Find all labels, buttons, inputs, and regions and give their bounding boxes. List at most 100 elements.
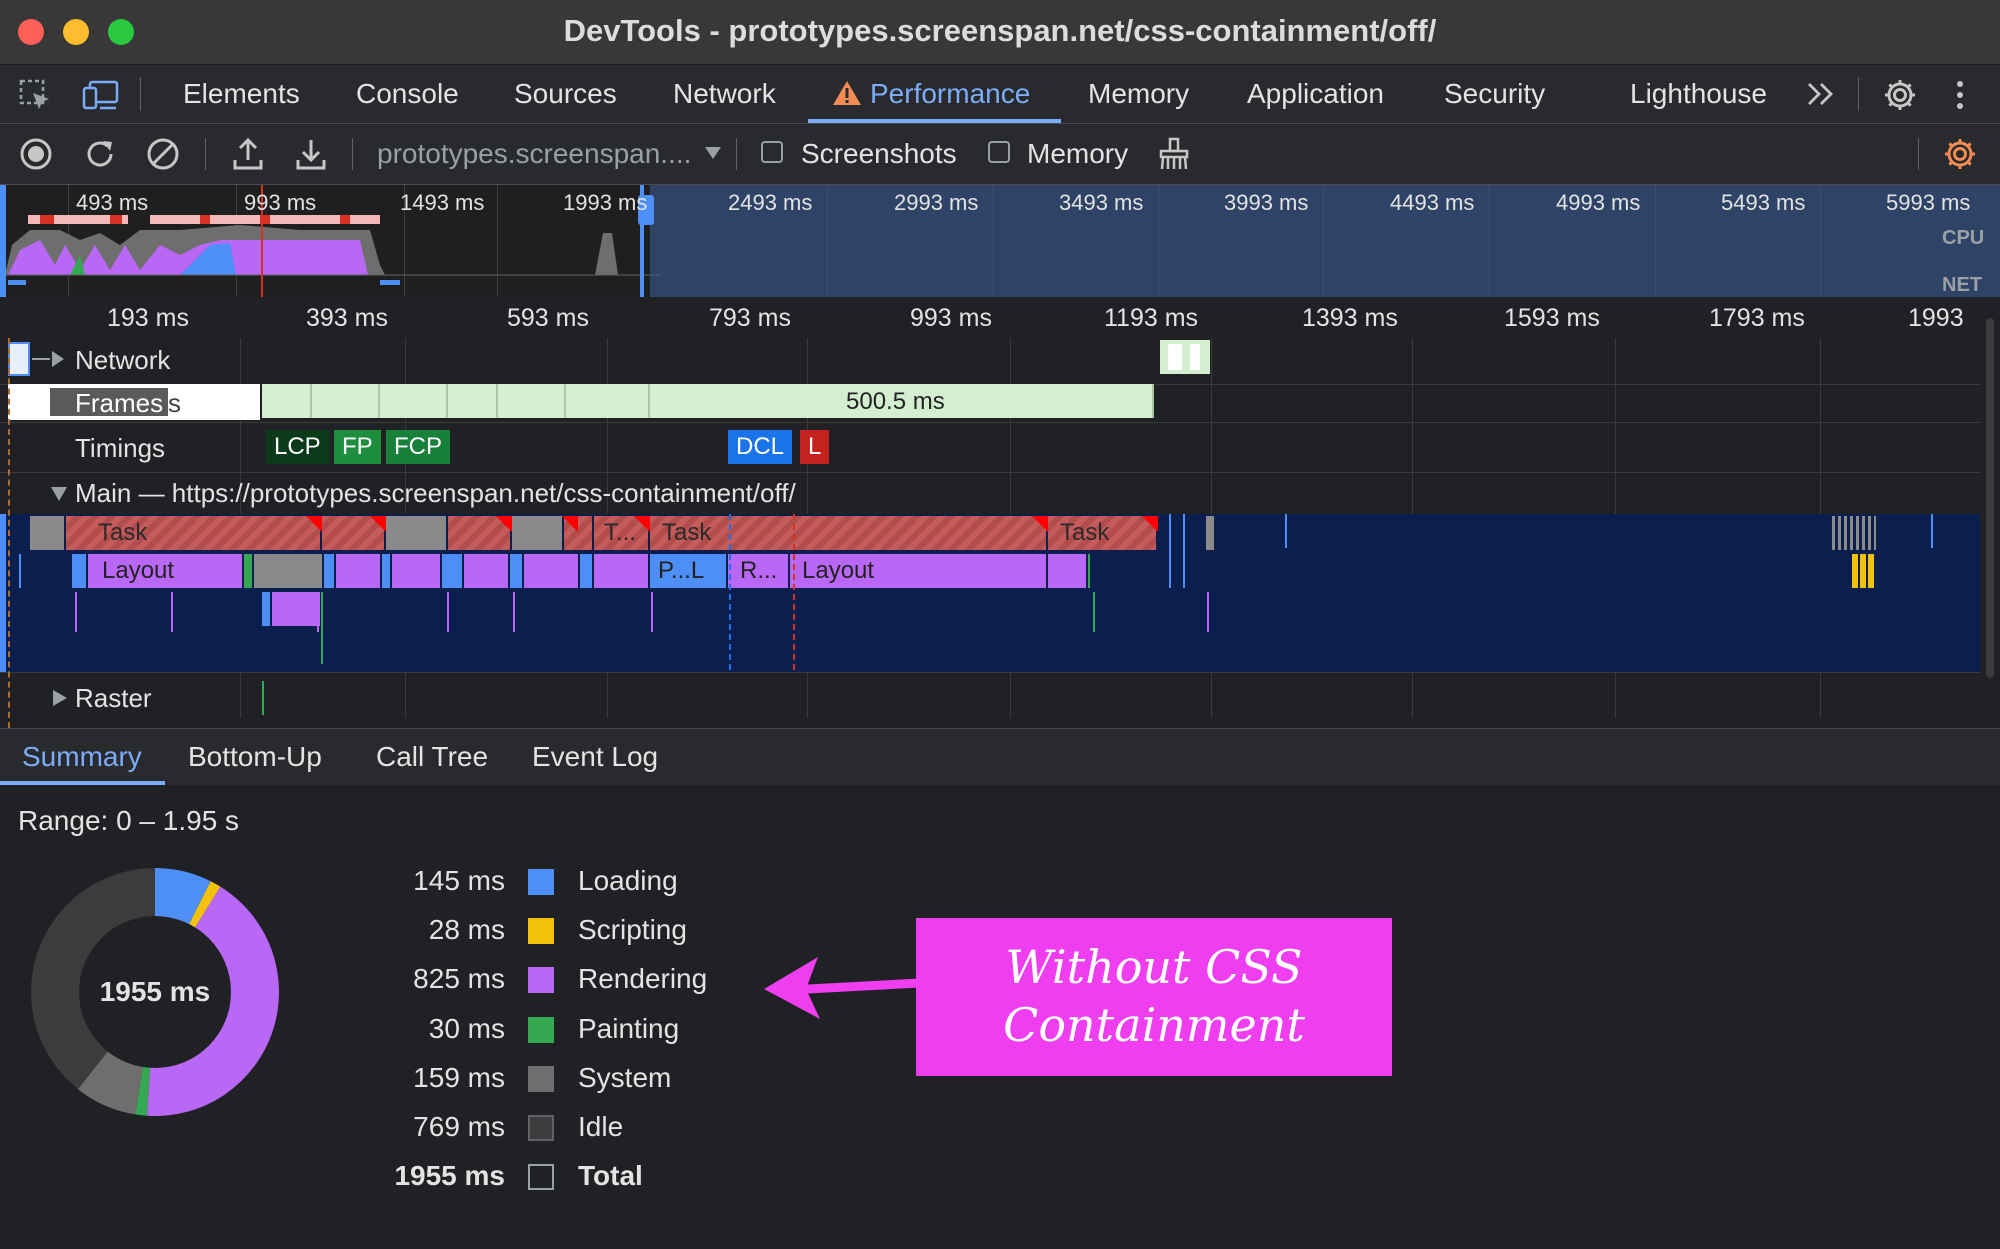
- timing-mark-fp[interactable]: FP: [334, 430, 381, 464]
- overview-tick-label: 4993 ms: [1556, 190, 1641, 215]
- screenshots-checkbox[interactable]: [761, 141, 783, 163]
- tab-security[interactable]: Security: [1444, 65, 1545, 123]
- system-swatch: [528, 1066, 554, 1092]
- tab-console[interactable]: Console: [356, 65, 459, 123]
- download-profile-icon[interactable]: [294, 136, 328, 172]
- chevron-down-icon: [704, 146, 722, 160]
- idle-swatch: [528, 1115, 554, 1141]
- frames-track-label: Frames: [75, 388, 164, 418]
- flame-chart-scrollbar[interactable]: [1980, 298, 2000, 728]
- legend-row-idle: 769 ms Idle: [413, 1111, 624, 1142]
- main-track-label: Main — https://prototypes.screenspan.net…: [75, 478, 796, 508]
- tab-lighthouse[interactable]: Lighthouse: [1630, 65, 1767, 123]
- overview-tick-label: 493 ms: [76, 190, 149, 215]
- tab-elements[interactable]: Elements: [183, 65, 300, 123]
- overview-tick-label: 993 ms: [244, 190, 317, 215]
- tab-sources[interactable]: Sources: [514, 65, 617, 123]
- painting-swatch: [528, 1017, 554, 1043]
- annotation-line-1: Without CSS: [1005, 940, 1303, 994]
- tab-bottom-up[interactable]: Bottom-Up: [188, 729, 322, 785]
- arrow-left-icon: [764, 957, 920, 1019]
- overview-tick-label: 3993 ms: [1224, 190, 1309, 215]
- profile-select[interactable]: prototypes.screenspan....: [377, 124, 691, 184]
- expand-arrow-icon[interactable]: [32, 350, 68, 368]
- network-request[interactable]: [1160, 340, 1210, 374]
- record-icon[interactable]: [19, 137, 53, 171]
- timeline-overview[interactable]: 493 ms 993 ms 1493 ms 1993 ms 2493 ms 29…: [0, 185, 2000, 297]
- overview-tick-label: 3493 ms: [1059, 190, 1144, 215]
- capture-settings-icon[interactable]: [1942, 136, 1978, 172]
- frame[interactable]: [448, 384, 498, 418]
- inspect-element-icon[interactable]: [18, 78, 52, 112]
- ruler-label: 1593 ms: [1504, 304, 1600, 332]
- overview-tick-label: 2493 ms: [728, 190, 813, 215]
- warning-icon: [832, 79, 862, 107]
- active-tab-indicator: [808, 119, 1061, 123]
- screenshots-label: Screenshots: [801, 138, 957, 169]
- frame[interactable]: [498, 384, 566, 418]
- tab-call-tree[interactable]: Call Tree: [376, 729, 488, 785]
- overview-tick-label: 2993 ms: [894, 190, 979, 215]
- raster-track[interactable]: Raster: [0, 672, 1980, 729]
- performance-toolbar: prototypes.screenspan.... Screenshots Me…: [0, 124, 2000, 185]
- ruler-label: 593 ms: [507, 304, 589, 332]
- range-label: Range: 0 – 1.95 s: [18, 805, 240, 836]
- more-options-icon[interactable]: [1954, 77, 1966, 113]
- tab-memory[interactable]: Memory: [1088, 65, 1189, 123]
- legend-row-total: 1955 ms Total: [394, 1160, 643, 1191]
- tab-application[interactable]: Application: [1247, 65, 1384, 123]
- legend-row-system: 159 ms System: [413, 1062, 672, 1093]
- frame-duration-label: 500.5 ms: [846, 388, 945, 415]
- legend-row-scripting: 28 ms Scripting: [428, 914, 687, 945]
- collapse-arrow-icon[interactable]: [50, 486, 68, 502]
- ruler-label: 793 ms: [709, 304, 791, 332]
- legend-row-rendering: 825 ms Rendering: [413, 963, 708, 994]
- frame[interactable]: 500.5 ms: [650, 384, 1154, 418]
- rendering-swatch: [528, 967, 554, 993]
- frame[interactable]: [380, 384, 448, 418]
- ruler-label: 1793 ms: [1709, 304, 1805, 332]
- annotation-line-2: Containment: [1003, 998, 1305, 1052]
- timing-mark-dcl[interactable]: DCL: [728, 430, 793, 464]
- scripting-swatch: [528, 918, 554, 944]
- timing-mark-load[interactable]: L: [800, 430, 830, 464]
- tab-summary[interactable]: Summary: [22, 729, 142, 785]
- tab-event-log[interactable]: Event Log: [532, 729, 658, 785]
- overview-tick-label: 5993 ms: [1886, 190, 1971, 215]
- upload-profile-icon[interactable]: [231, 136, 265, 172]
- overview-tick-label: 1493 ms: [400, 190, 485, 215]
- reload-record-icon[interactable]: [83, 137, 117, 171]
- legend-row-painting: 30 ms Painting: [428, 1013, 680, 1044]
- window-title-bar: DevTools - prototypes.screenspan.net/css…: [0, 0, 2000, 65]
- collect-garbage-icon[interactable]: [1157, 137, 1191, 171]
- settings-gear-icon[interactable]: [1882, 77, 1918, 113]
- main-track-header[interactable]: Main — https://prototypes.screenspan.net…: [0, 472, 1980, 514]
- overview-tick-label: 4493 ms: [1390, 190, 1475, 215]
- range-start-handle[interactable]: [0, 185, 6, 297]
- expand-arrow-icon[interactable]: [52, 689, 68, 707]
- annotation-callout: Without CSS Containment: [916, 918, 1392, 1076]
- timings-track-label: Timings: [75, 433, 166, 463]
- frame[interactable]: [566, 384, 650, 418]
- ruler-label: 993 ms: [910, 304, 992, 332]
- tab-performance[interactable]: Performance: [870, 65, 1030, 123]
- details-tab-bar: Summary Bottom-Up Call Tree Event Log: [0, 728, 2000, 786]
- legend-row-loading: 145 ms Loading: [413, 865, 678, 896]
- overview-tick-label: 1993 ms: [563, 190, 648, 215]
- memory-label: Memory: [1027, 138, 1129, 169]
- memory-checkbox[interactable]: [988, 141, 1010, 163]
- frame[interactable]: [262, 384, 312, 418]
- raster-track-label: Raster: [75, 683, 152, 713]
- timing-mark-lcp[interactable]: LCP: [266, 430, 329, 464]
- tab-network[interactable]: Network: [673, 65, 776, 123]
- total-swatch: [528, 1164, 554, 1190]
- more-tabs-icon[interactable]: [1806, 81, 1836, 107]
- clear-icon[interactable]: [146, 137, 180, 171]
- ruler-label: 1993: [1908, 304, 1964, 332]
- ruler-label: 1193 ms: [1104, 304, 1199, 332]
- network-track[interactable]: Network: [0, 340, 1980, 385]
- frame[interactable]: [312, 384, 380, 418]
- timing-mark-fcp[interactable]: FCP: [386, 430, 450, 464]
- device-toolbar-icon[interactable]: [82, 78, 120, 112]
- main-thread-thin-events: [19, 514, 1933, 672]
